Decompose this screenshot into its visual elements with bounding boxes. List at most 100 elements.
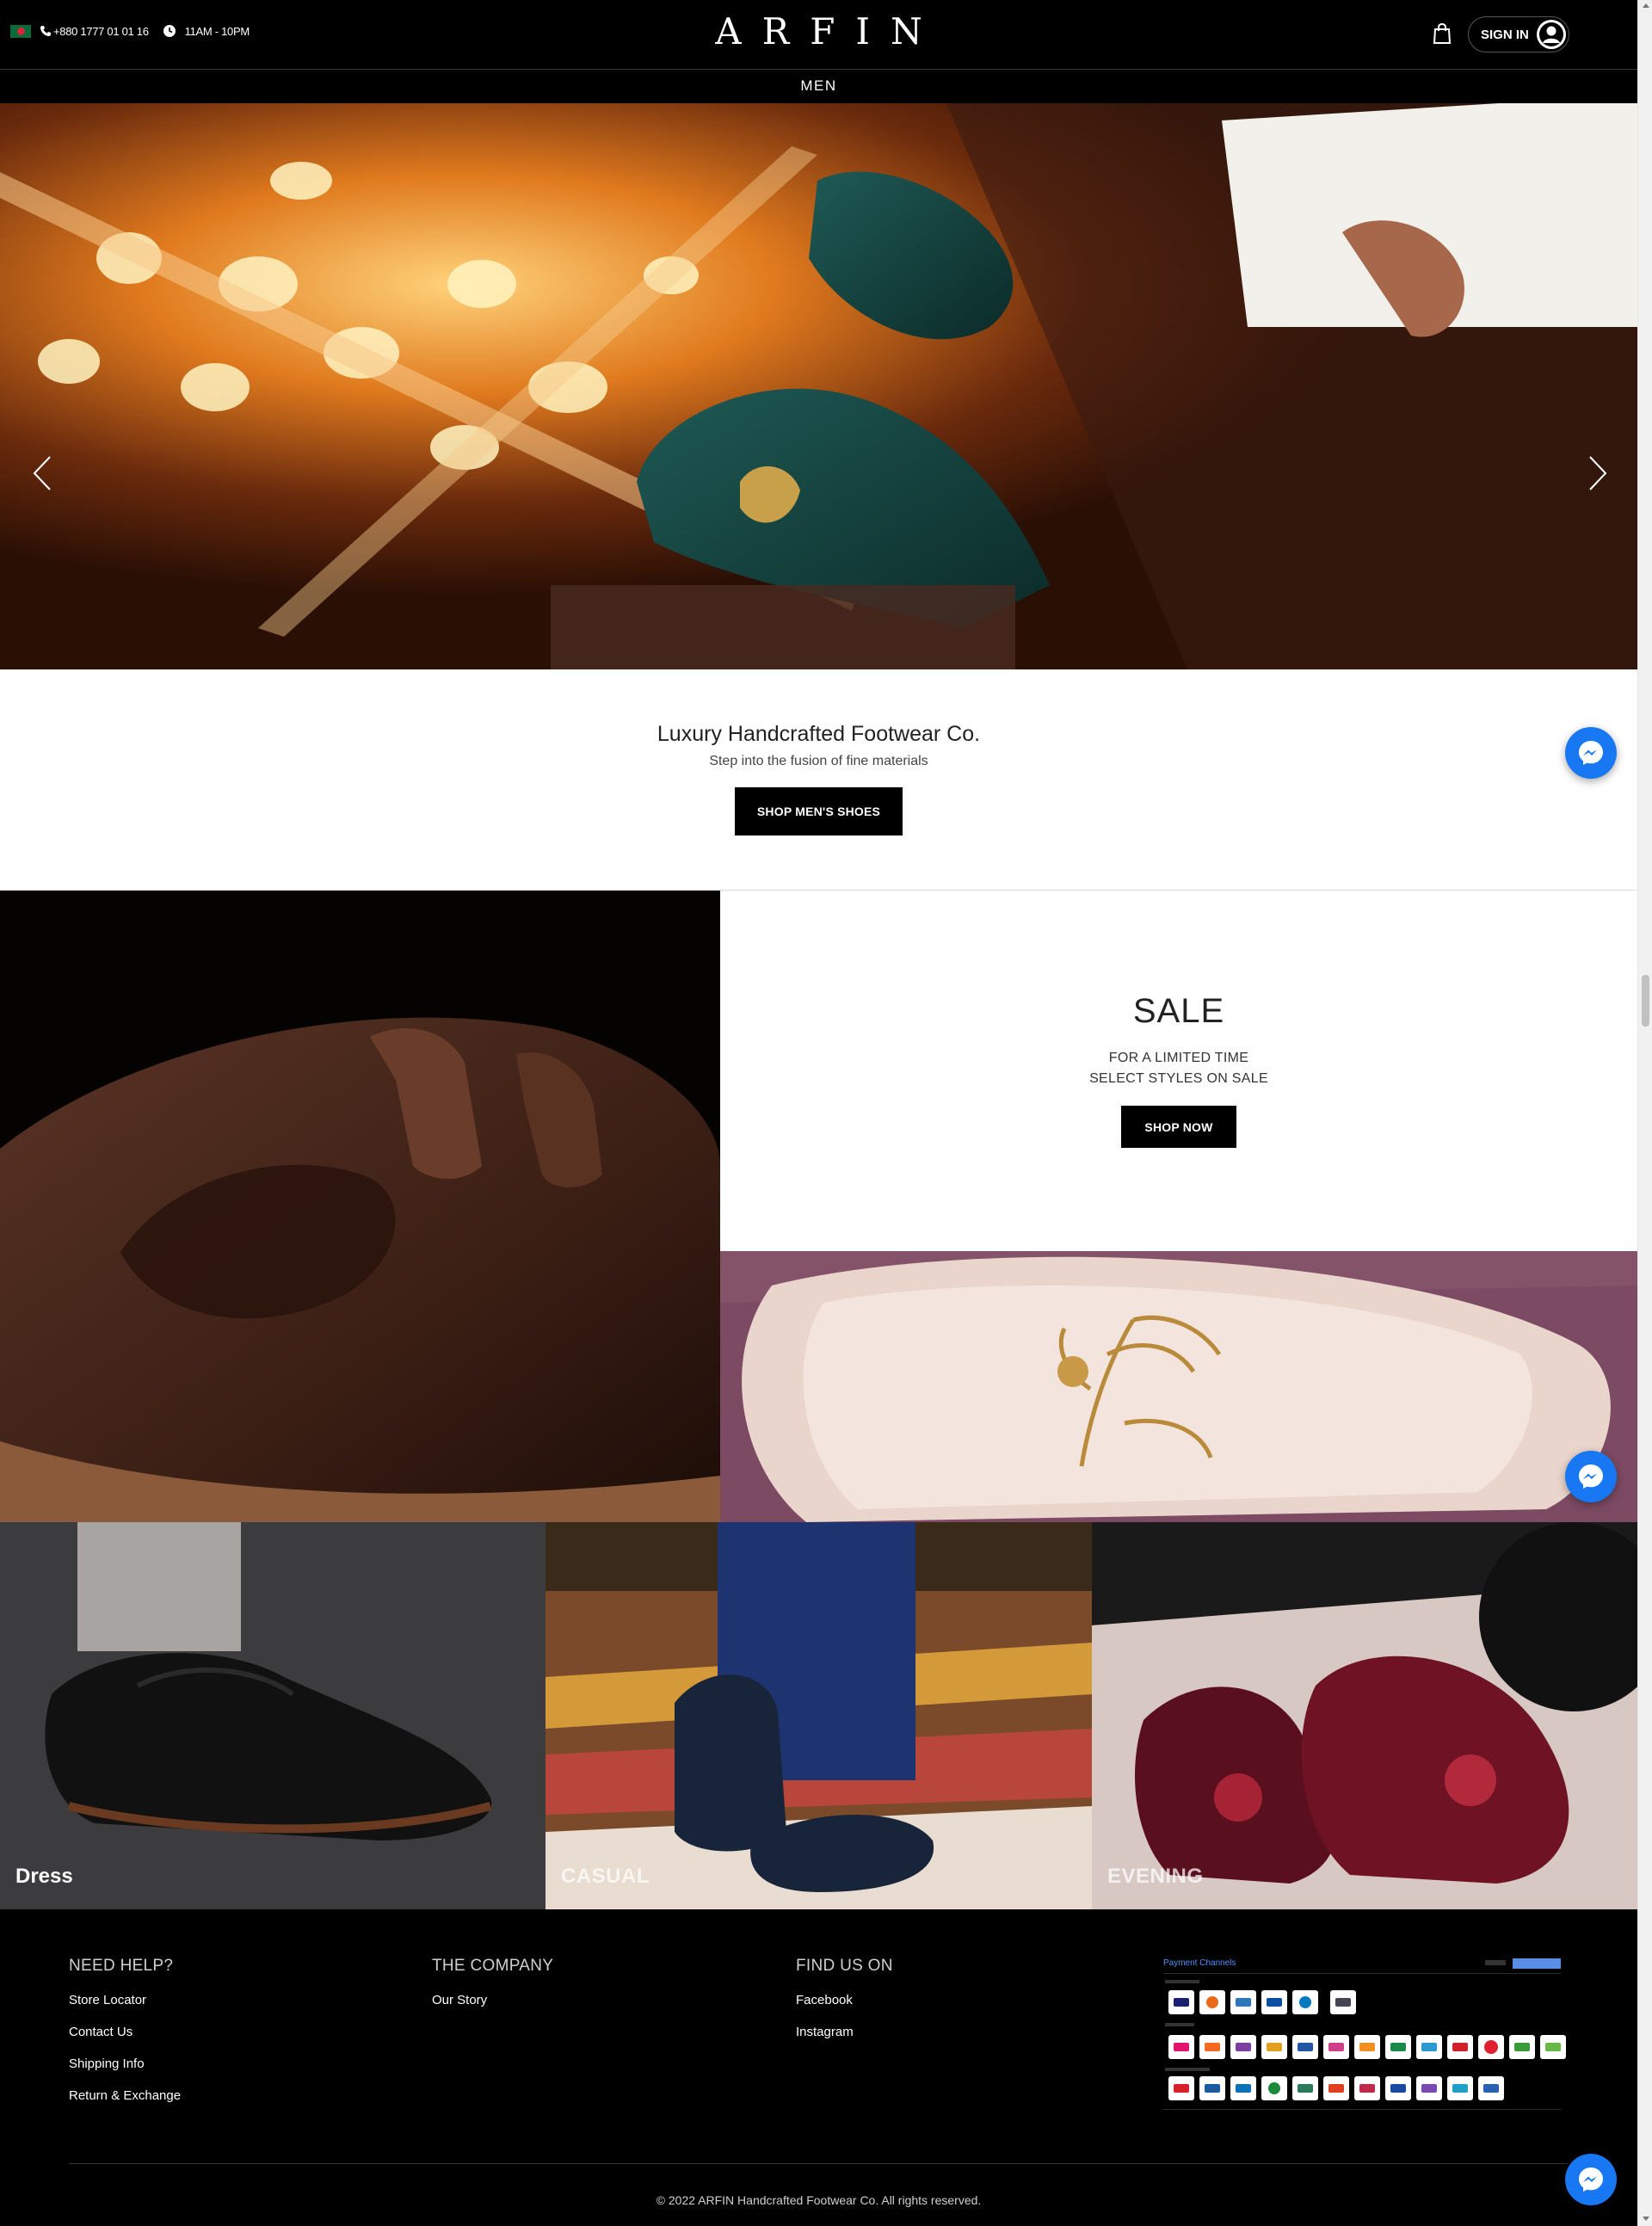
mobile-wallet-icon [1540,2035,1566,2059]
payment-provider-logo [1513,1958,1561,1969]
footer-link-facebook[interactable]: Facebook [796,1993,893,2007]
footer-company-title: THE COMPANY [432,1957,554,1975]
footer-link-our-story[interactable]: Our Story [432,1993,553,2007]
mobile-wallet-icon [1323,2035,1349,2059]
sale-line-1: FOR A LIMITED TIME [1108,1051,1249,1065]
mobile-wallet-icon [1230,2035,1256,2059]
bank-icon [1478,2076,1504,2100]
sale-title: SALE [1132,992,1225,1030]
footer-link-instagram[interactable]: Instagram [796,2025,893,2039]
intro-title: Luxury Handcrafted Footwear Co. [656,722,981,746]
hero-image [0,103,1637,669]
bank-icon [1447,2076,1473,2100]
mobile-wallet-icon [1385,2035,1411,2059]
main-nav: MEN [0,69,1637,103]
evening-shoe-photo [1092,1522,1637,1909]
category-dress[interactable]: Dress [0,1522,546,1909]
category-evening-label: EVENING [1107,1865,1204,1888]
footer-company-column: THE COMPANY Our Story [432,1957,553,2025]
bank-icon [1416,2076,1442,2100]
footer-link-shipping-info[interactable]: Shipping Info [69,2056,181,2071]
bank-icon [1230,2076,1256,2100]
messenger-chat-button[interactable] [1565,2154,1617,2205]
user-icon [1537,20,1566,49]
mobile-wallet-icon [1447,2035,1473,2059]
messenger-chat-button[interactable] [1565,727,1617,779]
category-casual[interactable]: CASUAL [546,1522,1092,1909]
bank-icon [1323,2076,1349,2100]
footer-link-return-exchange[interactable]: Return & Exchange [69,2088,181,2103]
mobile-wallet-icon [1261,2035,1287,2059]
sign-in-label: SIGN IN [1481,27,1529,42]
payment-banking-caption [1165,2068,1210,2071]
shop-mens-shoes-button[interactable]: SHOP MEN'S SHOES [735,787,903,836]
diners-club-icon [1292,1990,1318,2014]
messenger-chat-button[interactable] [1565,1451,1617,1502]
mobile-wallet-icon [1354,2035,1380,2059]
bkash-icon [1168,2035,1194,2059]
tassel-loafer-image[interactable] [0,891,720,1522]
page-scrollbar[interactable] [1637,0,1652,2226]
payment-rule-bottom [1163,2109,1561,2110]
footer-link-store-locator[interactable]: Store Locator [69,1993,181,2007]
messenger-icon [1579,1464,1603,1489]
slipper-photo [720,1251,1637,1522]
hero-carousel[interactable] [0,103,1637,669]
casual-shoe-photo [546,1522,1092,1909]
payment-mobile-row [1168,2035,1571,2059]
payment-rule [1163,1973,1561,1974]
sign-in-button[interactable]: SIGN IN [1468,16,1569,52]
jcb-icon [1261,1990,1287,2014]
dress-shoe-photo [0,1522,546,1909]
messenger-icon [1579,2167,1603,2192]
embroidered-slipper-image[interactable] [720,1251,1637,1522]
bank-icon [1354,2076,1380,2100]
shop-now-button[interactable]: SHOP NOW [1121,1106,1236,1148]
visa-icon [1168,1990,1194,2014]
cart-icon[interactable] [1433,22,1452,49]
payment-mobile-caption [1165,2023,1194,2026]
footer-help-column: NEED HELP? Store Locator Contact Us Ship… [69,1957,181,2120]
mobile-wallet-icon [1478,2035,1504,2059]
bank-icon [1261,2076,1287,2100]
messenger-icon [1579,741,1603,765]
mobile-wallet-icon [1509,2035,1535,2059]
bank-icon [1385,2076,1411,2100]
category-dress-label: Dress [15,1865,73,1888]
site-logo[interactable]: ARFIN [0,10,1637,52]
payment-banking-row [1168,2076,1509,2100]
scroll-up-arrow[interactable] [1643,3,1649,8]
top-bar: +880 1777 01 01 16 11AM - 10PM ARFIN SIG… [0,0,1637,69]
payment-cards-caption [1165,1980,1199,1983]
bank-icon [1199,2076,1225,2100]
scroll-down-arrow[interactable] [1643,2217,1649,2221]
copyright-text: © 2022 ARFIN Handcrafted Footwear Co. Al… [656,2193,982,2207]
bank-card-icon [1330,1990,1356,2014]
amex-icon [1230,1990,1256,2014]
payment-channels-title: Payment Channels [1163,1958,1236,1968]
footer-help-title: NEED HELP? [69,1957,174,1975]
category-casual-label: CASUAL [561,1865,650,1888]
intro-section: Luxury Handcrafted Footwear Co. Step int… [0,669,1637,890]
footer-divider [69,2163,1568,2164]
bank-icon [1168,2076,1194,2100]
sale-panel: SALE FOR A LIMITED TIME SELECT STYLES ON… [720,891,1637,1251]
scroll-thumb[interactable] [1642,975,1649,1027]
sale-line-2: SELECT STYLES ON SALE [1089,1071,1268,1086]
footer-find-title: FIND US ON [796,1957,893,1975]
site-footer: NEED HELP? Store Locator Contact Us Ship… [0,1909,1637,2226]
category-evening[interactable]: EVENING [1092,1522,1637,1909]
footer-link-contact-us[interactable]: Contact Us [69,2025,181,2039]
dbbl-icon [1199,2035,1225,2059]
payment-provider-caption [1485,1960,1506,1965]
nav-item-men[interactable]: MEN [800,70,836,102]
intro-subtitle: Step into the fusion of fine materials [709,754,928,768]
mobile-wallet-icon [1292,2035,1318,2059]
mobile-wallet-icon [1416,2035,1442,2059]
chevron-left-icon[interactable] [29,452,55,495]
payment-cards-row [1168,1990,1361,2014]
bank-icon [1292,2076,1318,2100]
mastercard-icon [1199,1990,1225,2014]
footer-find-column: FIND US ON Facebook Instagram [796,1957,893,2056]
chevron-right-icon[interactable] [1585,452,1611,495]
